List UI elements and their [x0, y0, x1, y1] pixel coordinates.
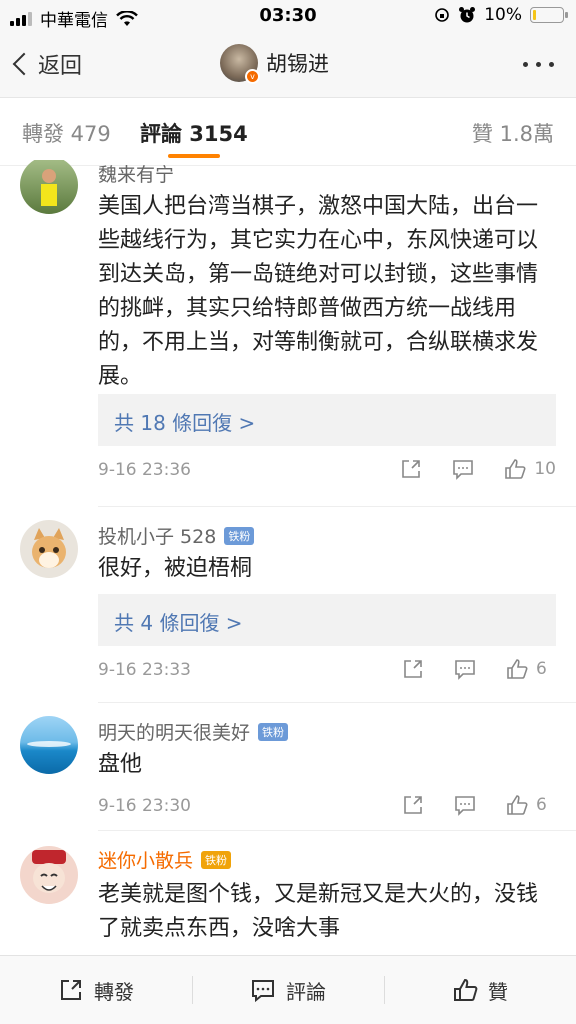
comment-author[interactable]: 明天的明天很美好 铁粉: [98, 718, 289, 745]
verified-badge-icon: v: [245, 69, 260, 84]
share-icon[interactable]: [400, 458, 422, 480]
comment-button[interactable]: 評論: [192, 956, 384, 1024]
thumbs-up-icon[interactable]: [506, 658, 528, 680]
repost-label: 轉發: [94, 979, 134, 1004]
profile-header[interactable]: v 胡锡进: [220, 44, 329, 84]
tab-bar: 轉發 479 評論 3154 贊 1.8萬: [0, 98, 576, 166]
comment-text: 美国人把台湾当棋子，激怒中国大陆，出台一些越线行为，其它实力在心中，东风快递可以…: [98, 194, 539, 389]
battery-percent: 10%: [484, 5, 522, 25]
tab-comments[interactable]: 評論 3154: [140, 118, 248, 148]
thumbs-up-icon: [454, 978, 478, 1001]
comment-time: 9-16 23:33: [98, 660, 191, 680]
comment-time: 9-16 23:30: [98, 796, 191, 816]
divider: [98, 702, 576, 703]
like-label: 贊: [488, 979, 508, 1004]
comment-icon[interactable]: [452, 458, 474, 480]
alarm-icon: [459, 7, 476, 23]
bottom-action-bar: 轉發 評論 贊: [0, 955, 576, 1024]
fan-badge: 铁粉: [201, 850, 232, 869]
comment-text: 盘他: [98, 752, 143, 777]
replies-link[interactable]: 共 4 條回復 >: [98, 594, 556, 646]
fan-badge: 铁粉: [224, 526, 255, 545]
comment-text: 很好，被迫梧桐: [98, 556, 253, 581]
like-button[interactable]: 贊: [384, 956, 576, 1024]
repost-button[interactable]: 轉發: [0, 956, 192, 1024]
comment-label: 評論: [286, 979, 326, 1004]
comment-meta: 9-16 23:33 6: [98, 658, 556, 688]
comment-item: 魏来有宁 美国人把台湾当棋子，激怒中国大陆，出台一些越线行为，其它实力在心中，东…: [0, 160, 576, 510]
comment-time: 9-16 23:36: [98, 460, 191, 480]
divider: [98, 506, 576, 507]
share-icon[interactable]: [402, 658, 424, 680]
avatar[interactable]: [20, 520, 78, 578]
comment-author[interactable]: 迷你小散兵 铁粉: [98, 846, 232, 873]
comment-author[interactable]: 魏来有宁: [98, 160, 174, 187]
more-options-icon[interactable]: [523, 62, 554, 67]
avatar[interactable]: [20, 716, 78, 774]
chevron-left-icon: [12, 52, 36, 76]
avatar[interactable]: [20, 160, 78, 214]
page-title: 胡锡进: [266, 52, 329, 76]
comment-item: 投机小子 528 铁粉 很好，被迫梧桐 共 4 條回復 > 9-16 23:33…: [0, 516, 576, 710]
avatar[interactable]: v: [220, 44, 260, 84]
rotation-lock-icon: [435, 8, 450, 22]
comment-meta: 9-16 23:30 6: [98, 794, 556, 824]
active-tab-indicator: [168, 154, 220, 158]
tab-likes[interactable]: 贊 1.8萬: [472, 118, 554, 148]
comment-list: 魏来有宁 美国人把台湾当棋子，激怒中国大陆，出台一些越线行为，其它实力在心中，东…: [0, 160, 576, 954]
share-icon[interactable]: [402, 794, 424, 816]
comment-icon: [252, 980, 274, 1003]
divider: [98, 830, 576, 831]
tab-repost[interactable]: 轉發 479: [22, 118, 111, 148]
battery-icon: [530, 7, 568, 23]
comment-meta: 9-16 23:36 10: [98, 458, 556, 488]
comment-item: 迷你小散兵 铁粉 老美就是图个钱，又是新冠又是大火的，没钱了就卖点东西，没啥大事: [0, 840, 576, 954]
like-count: 6: [536, 795, 547, 815]
nav-bar: 返回 v 胡锡进: [0, 32, 576, 98]
avatar[interactable]: [20, 846, 78, 904]
back-label: 返回: [38, 54, 83, 79]
like-count: 6: [536, 659, 547, 679]
comment-icon[interactable]: [454, 794, 476, 816]
comment-item: 明天的明天很美好 铁粉 盘他 9-16 23:30 6: [0, 712, 576, 838]
thumbs-up-icon[interactable]: [506, 794, 528, 816]
fan-badge: 铁粉: [258, 722, 289, 741]
comment-author[interactable]: 投机小子 528 铁粉: [98, 522, 255, 549]
thumbs-up-icon[interactable]: [504, 458, 526, 480]
comment-icon[interactable]: [454, 658, 476, 680]
share-icon: [61, 980, 81, 1000]
back-button[interactable]: 返回: [12, 48, 83, 80]
replies-link[interactable]: 共 18 條回復 >: [98, 394, 556, 446]
status-bar: 中華電信 03:30 10%: [0, 0, 576, 32]
comment-text: 老美就是图个钱，又是新冠又是大火的，没钱了就卖点东西，没啥大事: [98, 882, 539, 941]
like-count: 10: [534, 459, 556, 479]
